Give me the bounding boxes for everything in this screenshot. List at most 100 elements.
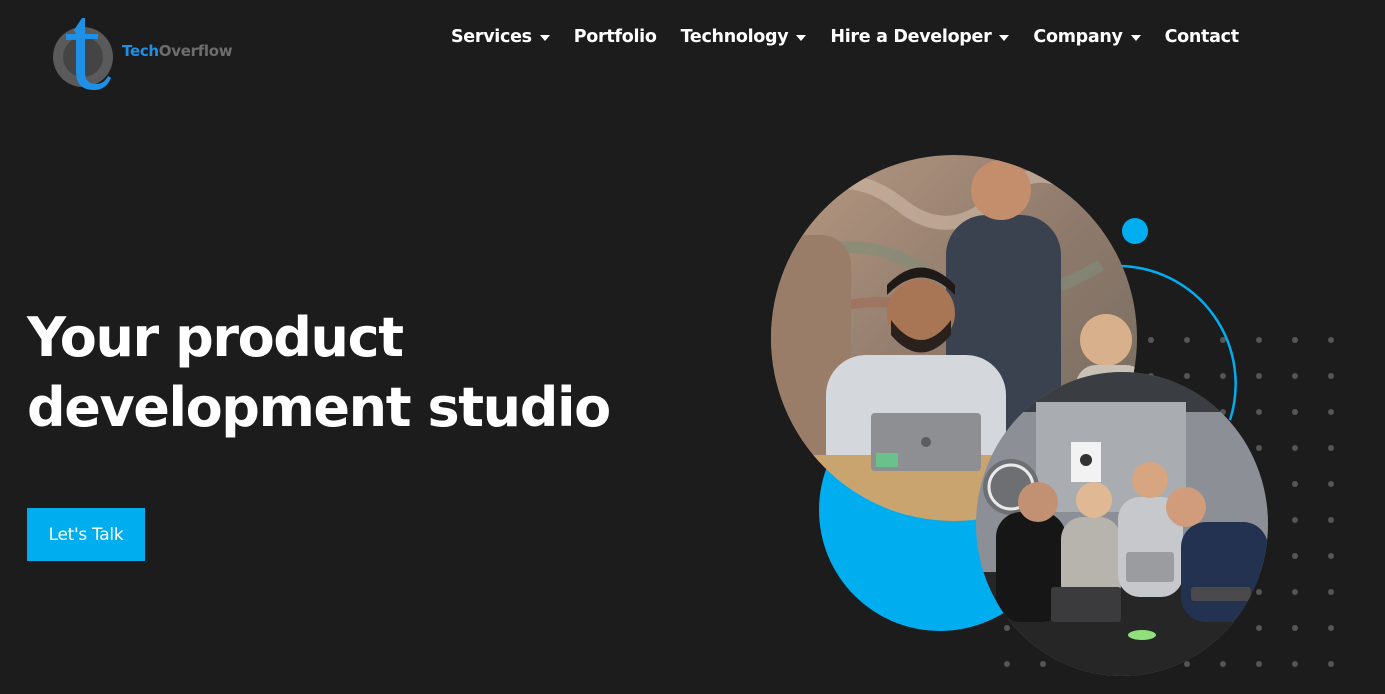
grid-dot (1220, 337, 1226, 343)
nav-contact[interactable]: Contact (1165, 27, 1239, 47)
grid-dot (1292, 661, 1298, 667)
grid-dot (1256, 553, 1262, 559)
grid-dot (1220, 589, 1226, 595)
grid-dot (1292, 481, 1298, 487)
grid-dot (1256, 373, 1262, 379)
brand-name-part1: Tech (122, 42, 159, 60)
grid-dot (1220, 553, 1226, 559)
grid-dot (1220, 445, 1226, 451)
grid-dot (1148, 661, 1154, 667)
main-nav: Services Portfolio Technology Hire a Dev… (451, 22, 1239, 52)
chevron-down-icon (999, 35, 1010, 41)
blue-dot-decoration (1122, 218, 1148, 244)
lets-talk-button[interactable]: Let's Talk (27, 508, 145, 561)
page: TechOverflow Services Portfolio Technolo… (0, 0, 1385, 694)
grid-dot (1256, 445, 1262, 451)
grid-dot (1184, 409, 1190, 415)
grid-dot (1184, 445, 1190, 451)
grid-dot (1148, 445, 1154, 451)
grid-dot (1040, 661, 1046, 667)
grid-dot (1328, 589, 1334, 595)
team-photo-top (771, 155, 1137, 521)
grid-dot (1256, 589, 1262, 595)
grid-dot (1148, 517, 1154, 523)
nav-services[interactable]: Services (451, 27, 550, 47)
grid-dot (1328, 445, 1334, 451)
grid-dot (1328, 337, 1334, 343)
grid-dot (1328, 661, 1334, 667)
nav-contact-label: Contact (1164, 27, 1239, 47)
grid-dot (1292, 445, 1298, 451)
grid-dot (1256, 409, 1262, 415)
grid-dot (1184, 373, 1190, 379)
grid-dot (1004, 625, 1010, 631)
nav-hire-developer[interactable]: Hire a Developer (830, 27, 1010, 47)
grid-dot (1076, 625, 1082, 631)
grid-dot (1328, 409, 1334, 415)
team-around-laptop-image (771, 155, 1137, 521)
nav-hire-developer-label: Hire a Developer (830, 27, 992, 47)
grid-dot (1292, 625, 1298, 631)
grid-dot (1292, 337, 1298, 343)
nav-technology[interactable]: Technology (681, 27, 807, 47)
brand-name: TechOverflow (122, 42, 233, 60)
grid-dot (1328, 373, 1334, 379)
brand-logo[interactable]: TechOverflow (52, 10, 252, 90)
hero-headline-line2: development studio (27, 376, 611, 439)
grid-dot (1328, 625, 1334, 631)
grid-dot (1148, 625, 1154, 631)
team-photo-bottom (976, 372, 1268, 676)
grid-dot (1256, 337, 1262, 343)
grid-dot (1328, 481, 1334, 487)
grid-dot (1256, 661, 1262, 667)
grid-dot (1148, 337, 1154, 343)
hero-headline: Your product development studio (27, 303, 667, 443)
nav-company[interactable]: Company (1033, 27, 1141, 47)
grid-dot (1184, 625, 1190, 631)
nav-services-label: Services (451, 27, 532, 47)
grid-dot (1256, 481, 1262, 487)
grid-dot (1220, 409, 1226, 415)
grid-dot (1004, 661, 1010, 667)
grid-dot (1220, 625, 1226, 631)
grid-dot (1220, 661, 1226, 667)
chevron-down-icon (1130, 35, 1141, 41)
nav-company-label: Company (1033, 27, 1123, 47)
grid-dot (1220, 373, 1226, 379)
grid-dot (1040, 625, 1046, 631)
grid-dot (1076, 661, 1082, 667)
grid-dot (1292, 409, 1298, 415)
grid-dot (1292, 553, 1298, 559)
grid-dot (1148, 553, 1154, 559)
grid-dot (1184, 661, 1190, 667)
grid-dot (1292, 373, 1298, 379)
blue-circle-decoration (819, 389, 1061, 631)
grid-dot (1112, 661, 1118, 667)
grid-dot (1148, 373, 1154, 379)
grid-dot (1184, 337, 1190, 343)
chevron-down-icon (796, 35, 807, 41)
grid-dot (1256, 625, 1262, 631)
grid-dot (1148, 481, 1154, 487)
nav-portfolio-label: Portfolio (573, 27, 657, 47)
team-meeting-room-image (976, 372, 1268, 676)
brand-name-part2: Overflow (158, 42, 233, 60)
grid-dot (1184, 553, 1190, 559)
chevron-down-icon (539, 35, 550, 41)
hero-headline-line1: Your product (27, 306, 404, 369)
grid-dot (1148, 589, 1154, 595)
grid-dot (1184, 481, 1190, 487)
grid-dot (1112, 625, 1118, 631)
grid-dot (1256, 517, 1262, 523)
grid-dot (1328, 517, 1334, 523)
logo-mark-icon (53, 18, 113, 90)
grid-dot (1184, 589, 1190, 595)
blue-arc-decoration (1119, 264, 1237, 421)
nav-portfolio[interactable]: Portfolio (574, 27, 657, 47)
grid-dot (1292, 589, 1298, 595)
grid-dot (1292, 517, 1298, 523)
grid-dot (1220, 481, 1226, 487)
grid-dot (1148, 409, 1154, 415)
grid-dot (1184, 517, 1190, 523)
grid-dot (1220, 517, 1226, 523)
